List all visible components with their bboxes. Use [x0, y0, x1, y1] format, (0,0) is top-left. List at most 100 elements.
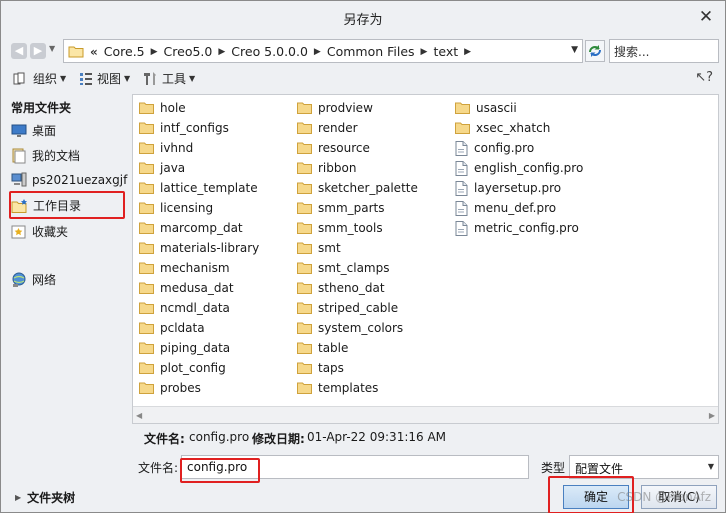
history-dropdown-icon[interactable]: ▼ [49, 44, 55, 53]
file-item[interactable]: layersetup.pro [455, 178, 583, 198]
sidebar-item-computer[interactable]: ps2021uezaxgjf [11, 172, 127, 188]
folder-item[interactable]: prodview [297, 98, 418, 118]
item-label: plot_config [160, 361, 226, 375]
folder-item[interactable]: sketcher_palette [297, 178, 418, 198]
folder-item[interactable]: smt [297, 238, 418, 258]
folder-item[interactable]: piping_data [139, 338, 259, 358]
forward-arrow-icon[interactable]: ▶ [30, 43, 46, 59]
dialog-title: 另存为 [343, 13, 383, 28]
search-input[interactable]: 搜索... [609, 39, 719, 63]
title-bar: 另存为 ✕ [1, 1, 725, 33]
file-column-2: prodview render resource ribbon sketcher_pal… [297, 98, 418, 398]
folder-item[interactable]: taps [297, 358, 418, 378]
item-label: licensing [160, 201, 214, 215]
folder-item[interactable]: materials-library [139, 238, 259, 258]
favorites-icon [11, 225, 26, 238]
folder-item[interactable]: smm_tools [297, 218, 418, 238]
breadcrumb-separator-icon[interactable]: ▶ [218, 47, 225, 57]
sidebar: 常用文件夹 桌面 我的文档 ps2021uezaxgjf 工作目录 收藏夹 网络 [1, 93, 129, 429]
file-item[interactable]: metric_config.pro [455, 218, 583, 238]
item-label: taps [318, 361, 344, 375]
sidebar-item-network[interactable]: 网络 [11, 271, 56, 288]
breadcrumb-separator-icon[interactable]: ▶ [421, 47, 428, 57]
folder-icon [139, 122, 154, 134]
scroll-right-icon[interactable]: ▶ [709, 411, 715, 420]
breadcrumb-item[interactable]: Common Files [327, 44, 415, 59]
help-pointer-icon[interactable]: ↖? [695, 70, 713, 85]
address-bar[interactable]: « Core.5 ▶ Creo5.0 ▶ Creo 5.0.0.0 ▶ Common … [63, 39, 583, 63]
folder-item[interactable]: table [297, 338, 418, 358]
breadcrumb-item[interactable]: Core.5 [104, 44, 145, 59]
sidebar-heading: 常用文件夹 [11, 101, 72, 115]
folder-item[interactable]: medusa_dat [139, 278, 259, 298]
organize-icon [13, 72, 25, 84]
folder-item[interactable]: pcldata [139, 318, 259, 338]
folder-item[interactable]: ivhnd [139, 138, 259, 158]
folder-item[interactable]: stheno_dat [297, 278, 418, 298]
organize-menu[interactable]: 组织 ▼ [13, 70, 66, 87]
item-label: lattice_template [160, 181, 258, 195]
breadcrumb-item[interactable]: Creo 5.0.0.0 [231, 44, 308, 59]
folder-icon [139, 162, 154, 174]
breadcrumb-item[interactable]: text [433, 44, 458, 59]
folder-tree-toggle[interactable]: ▶ 文件夹树 [15, 489, 75, 506]
folder-item[interactable]: lattice_template [139, 178, 259, 198]
item-label: xsec_xhatch [476, 121, 551, 135]
folder-icon [139, 382, 154, 394]
breadcrumb-separator-icon[interactable]: ▶ [464, 47, 471, 57]
folder-item[interactable]: striped_cable [297, 298, 418, 318]
file-item[interactable]: config.pro [455, 138, 583, 158]
view-menu[interactable]: 视图 ▼ [79, 70, 130, 87]
close-icon[interactable]: ✕ [697, 8, 715, 26]
folder-item[interactable]: mechanism [139, 258, 259, 278]
folder-item[interactable]: plot_config [139, 358, 259, 378]
folder-icon [297, 322, 312, 334]
item-label: pcldata [160, 321, 205, 335]
expand-triangle-icon: ▶ [15, 493, 22, 502]
folder-item[interactable]: java [139, 158, 259, 178]
item-label: menu_def.pro [474, 201, 557, 215]
refresh-button[interactable] [585, 40, 605, 62]
item-label: resource [318, 141, 370, 155]
scroll-left-icon[interactable]: ◀ [136, 411, 142, 420]
file-item[interactable]: english_config.pro [455, 158, 583, 178]
address-dropdown-icon[interactable]: ▼ [571, 45, 578, 55]
sidebar-item-desktop[interactable]: 桌面 [11, 122, 56, 139]
file-item[interactable]: menu_def.pro [455, 198, 583, 218]
folder-item[interactable]: smm_parts [297, 198, 418, 218]
folder-item[interactable]: render [297, 118, 418, 138]
breadcrumb-separator-icon[interactable]: ▶ [314, 47, 321, 57]
folder-item[interactable]: templates [297, 378, 418, 398]
network-icon [12, 272, 26, 287]
folder-item[interactable]: system_colors [297, 318, 418, 338]
folder-item[interactable]: usascii [455, 98, 583, 118]
folder-icon [139, 242, 154, 254]
item-label: intf_configs [160, 121, 229, 135]
folder-item[interactable]: smt_clamps [297, 258, 418, 278]
folder-item[interactable]: hole [139, 98, 259, 118]
sidebar-item-documents[interactable]: 我的文档 [11, 147, 80, 164]
breadcrumb: « Core.5 ▶ Creo5.0 ▶ Creo 5.0.0.0 ▶ Common … [90, 44, 472, 59]
horizontal-scrollbar[interactable]: ◀ ▶ [133, 406, 718, 423]
file-column-1: hole intf_configsivhnd java lattice_templat… [139, 98, 259, 398]
breadcrumb-item[interactable]: Creo5.0 [164, 44, 213, 59]
folder-item[interactable]: ncmdl_data [139, 298, 259, 318]
refresh-icon [589, 45, 601, 57]
folder-item[interactable]: resource [297, 138, 418, 158]
tools-menu[interactable]: 工具 ▼ [142, 70, 195, 87]
item-label: sketcher_palette [318, 181, 418, 195]
folder-item[interactable]: intf_configs [139, 118, 259, 138]
folder-item[interactable]: marcomp_dat [139, 218, 259, 238]
folder-item[interactable]: ribbon [297, 158, 418, 178]
info-filename-label: 文件名: [144, 432, 185, 446]
sidebar-item-favorites[interactable]: 收藏夹 [11, 223, 68, 240]
item-label: smt_clamps [318, 261, 390, 275]
folder-icon [139, 102, 154, 114]
breadcrumb-separator-icon[interactable]: ▶ [151, 47, 158, 57]
folder-item[interactable]: probes [139, 378, 259, 398]
folder-item[interactable]: xsec_xhatch [455, 118, 583, 138]
back-arrow-icon[interactable]: ◀ [11, 43, 27, 59]
folder-icon [297, 302, 312, 314]
folder-item[interactable]: licensing [139, 198, 259, 218]
item-label: usascii [476, 101, 517, 115]
